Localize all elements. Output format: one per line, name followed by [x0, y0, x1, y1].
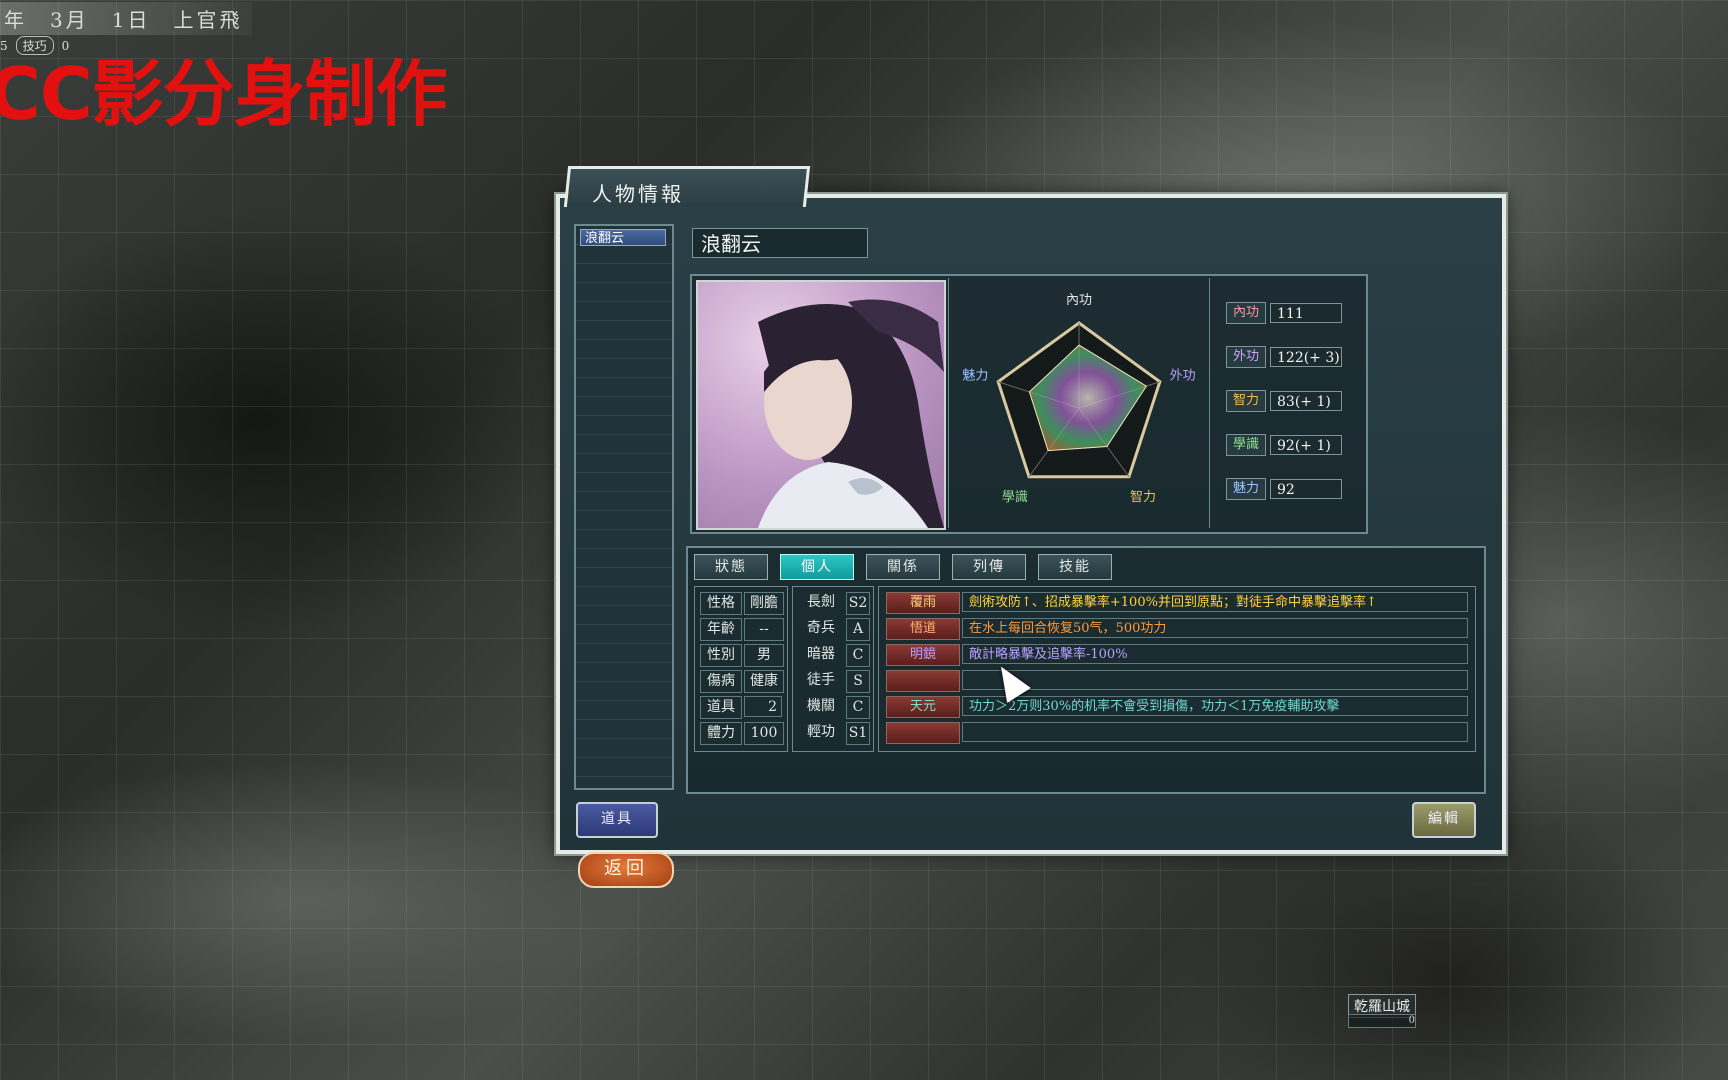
attr-label: 性格 [700, 592, 742, 615]
stat-label: 智力 [1226, 390, 1266, 412]
attr-value: 剛膽 [744, 592, 784, 615]
character-list-item[interactable]: 浪翻云 [580, 229, 666, 246]
dialog-title: 人物情報 [592, 182, 684, 206]
attr-value: -- [744, 618, 784, 641]
tab-biography[interactable]: 列傳 [952, 554, 1026, 580]
stat-value: 111 [1270, 303, 1342, 323]
skill-tag[interactable]: 明鏡 [886, 644, 960, 666]
stat-row: 學識 92(+ 1) [1226, 434, 1342, 456]
stat-label: 學識 [1226, 434, 1266, 456]
stat-value: 83(+ 1) [1270, 391, 1342, 411]
stat-row: 外功 122(+ 3) [1226, 346, 1342, 368]
city-value: 0 [1348, 1014, 1416, 1028]
edit-button[interactable]: 編輯 [1412, 802, 1476, 838]
weapon-rank: S2 [846, 592, 870, 615]
stat-row: 內功 111 [1226, 302, 1342, 324]
stat-label: 內功 [1226, 302, 1266, 324]
tab-status[interactable]: 狀態 [694, 554, 768, 580]
item-button[interactable]: 道具 [576, 802, 658, 838]
skill-desc [962, 722, 1468, 742]
tab-skills[interactable]: 技能 [1038, 554, 1112, 580]
radar-label: 外功 [1170, 368, 1196, 383]
skill-desc: 在水上每回合恢复50气，500功力 [962, 618, 1468, 638]
radar-label: 內功 [1066, 293, 1092, 308]
skill-desc [962, 670, 1468, 690]
date-display: 年 3月 1日 上官飛 [0, 2, 253, 35]
character-list[interactable]: 浪翻云 [574, 224, 674, 790]
radar-label: 魅力 [962, 368, 988, 383]
attr-label: 傷病 [700, 670, 742, 693]
weapon-rank: A [846, 618, 870, 641]
weapon-rank: C [846, 696, 870, 719]
weapon-label: 奇兵 [807, 620, 835, 636]
attr-value: 健康 [744, 670, 784, 693]
attr-value: 男 [744, 644, 784, 667]
skill-tag[interactable]: 覆雨 [886, 592, 960, 614]
attr-label: 體力 [700, 722, 742, 745]
tab-personal[interactable]: 個人 [780, 554, 854, 580]
stat-row: 智力 83(+ 1) [1226, 390, 1342, 412]
weapon-rank: S1 [846, 722, 870, 745]
stat-value: 92 [1270, 479, 1342, 499]
skill-desc: 敵計略暴擊及追擊率-100% [962, 644, 1468, 664]
skill-tag[interactable]: 悟道 [886, 618, 960, 640]
skill-tag[interactable] [886, 722, 960, 744]
skill-tag[interactable]: 天元 [886, 696, 960, 718]
tab-relations[interactable]: 關係 [866, 554, 940, 580]
attr-label: 道具 [700, 696, 742, 719]
stat-label: 外功 [1226, 346, 1266, 368]
attr-value: 100 [744, 722, 784, 745]
character-name: 浪翻云 [692, 228, 868, 258]
stat-label: 魅力 [1226, 478, 1266, 500]
stat-value: 92(+ 1) [1270, 435, 1342, 455]
weapon-rank: C [846, 644, 870, 667]
attribute-radar: 內功外功智力 學識 魅力 [948, 278, 1210, 528]
attr-label: 年齡 [700, 618, 742, 641]
skill-tag[interactable] [886, 670, 960, 692]
weapon-label: 機關 [807, 698, 835, 714]
attr-value: 2 [744, 696, 782, 717]
weapon-rank: S [846, 670, 870, 693]
skill-desc: 劍術攻防↑、招成暴擊率+100%并回到原點；對徒手命中暴擊追擊率↑ [962, 592, 1468, 612]
attr-label: 性別 [700, 644, 742, 667]
weapon-label: 徒手 [807, 672, 835, 688]
stat-value: 122(+ 3) [1270, 347, 1342, 367]
stat-row: 魅力 92 [1226, 478, 1342, 500]
hud-bar-value: 0 [61, 38, 70, 53]
weapon-label: 暗器 [807, 646, 835, 662]
hud-bar-left: 5 [0, 38, 8, 53]
weapon-label: 輕功 [807, 724, 835, 740]
weapon-label: 長劍 [807, 594, 835, 610]
skill-desc: 功力＞2万则30%的机率不會受到損傷，功力＜1万免疫輔助攻擊 [962, 696, 1468, 716]
watermark: CC影分身制作 [0, 52, 448, 136]
radar-label: 智力 [1130, 490, 1156, 505]
character-portrait [696, 280, 946, 530]
radar-label: 學識 [1002, 490, 1028, 505]
back-button[interactable]: 返回 [578, 852, 674, 888]
